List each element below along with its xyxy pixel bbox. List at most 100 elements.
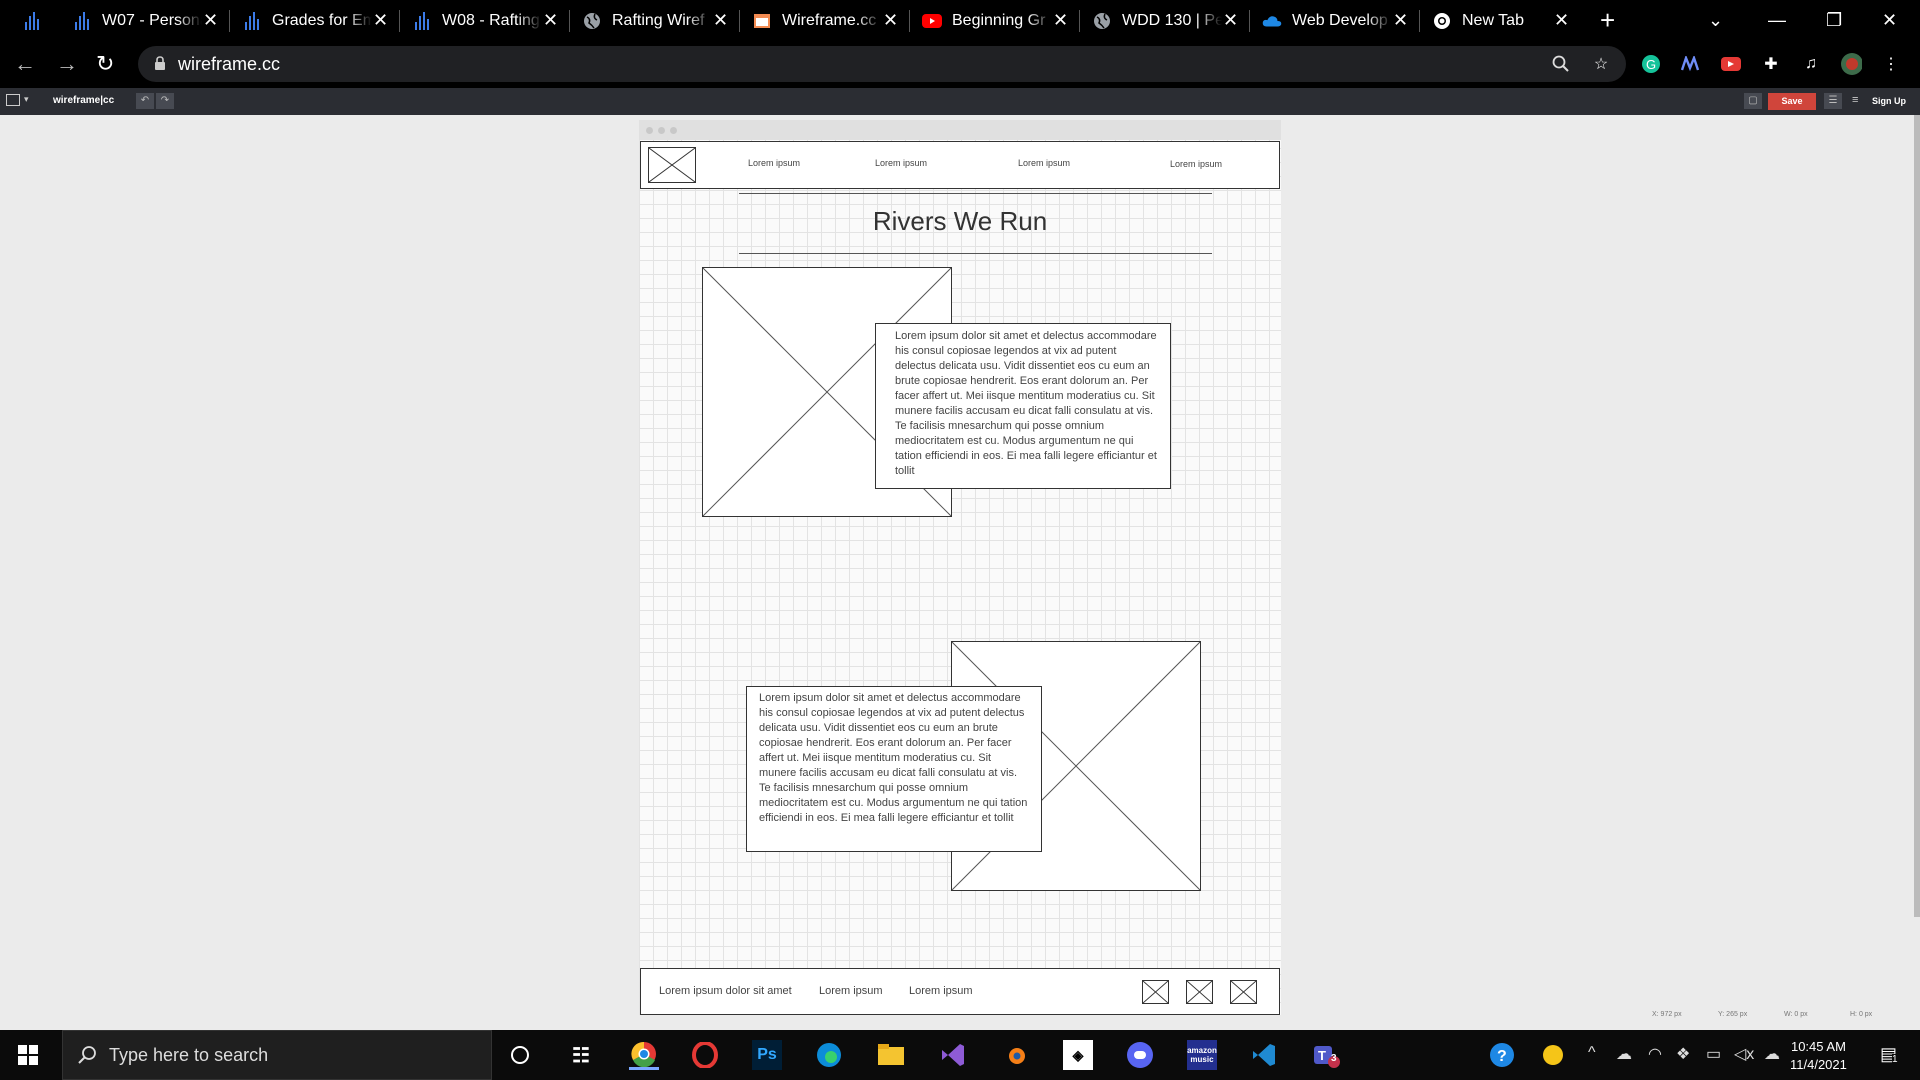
sign-up-link[interactable]: Sign Up — [1872, 96, 1906, 106]
nav-link-2[interactable]: Lorem ipsum — [875, 158, 927, 168]
close-tab-icon[interactable]: ✕ — [543, 9, 558, 31]
social-icon-placeholder-3[interactable] — [1230, 980, 1257, 1004]
browser-menu-icon[interactable]: ⋮ — [1880, 53, 1902, 75]
close-window-button[interactable]: ✕ — [1882, 6, 1897, 34]
media-control-icon[interactable]: ♫ — [1800, 53, 1822, 75]
logo-placeholder[interactable] — [648, 147, 696, 183]
new-tab-button[interactable]: + — [1600, 6, 1615, 34]
close-tab-icon[interactable]: ✕ — [713, 9, 728, 31]
status-circle-icon[interactable] — [1538, 1040, 1568, 1070]
search-placeholder: Type here to search — [109, 1045, 269, 1065]
onedrive-icon — [1262, 11, 1282, 31]
social-icon-placeholder-2[interactable] — [1186, 980, 1213, 1004]
restore-button[interactable]: ❐ — [1826, 6, 1842, 34]
task-view-icon[interactable]: ☷ — [566, 1040, 596, 1070]
amazon-music-icon[interactable]: amazon music — [1187, 1040, 1217, 1070]
hamburger-icon[interactable]: ≡ — [1852, 94, 1858, 106]
minimize-button[interactable]: — — [1768, 6, 1786, 34]
close-tab-icon[interactable]: ✕ — [203, 9, 218, 31]
tab-rafting-wireframe[interactable]: Rafting Wiref ✕ — [562, 0, 740, 41]
volume-muted-icon[interactable]: ◁x — [1734, 1044, 1754, 1064]
tab-grades[interactable]: Grades for Em ✕ — [222, 0, 400, 41]
file-explorer-icon[interactable] — [876, 1040, 906, 1070]
clock-date: 11/4/2021 — [1790, 1057, 1847, 1072]
blender-icon[interactable] — [1000, 1040, 1030, 1070]
title-rule-top — [739, 193, 1212, 194]
chrome-taskbar-icon[interactable] — [629, 1040, 659, 1070]
text-box-2[interactable]: Lorem ipsum dolor sit amet et delectus a… — [746, 686, 1042, 852]
close-tab-icon[interactable]: ✕ — [883, 9, 898, 31]
tab-new-tab[interactable]: New Tab ✕ — [1412, 0, 1590, 41]
cloud-icon[interactable]: ☁ — [1764, 1044, 1780, 1064]
wireframe-header[interactable]: Lorem ipsum Lorem ipsum Lorem ipsum Lore… — [640, 141, 1280, 189]
wireframe-footer[interactable]: Lorem ipsum dolor sit amet Lorem ipsum L… — [640, 968, 1280, 1015]
nav-link-1[interactable]: Lorem ipsum — [748, 158, 800, 168]
save-button[interactable]: Save — [1768, 93, 1816, 110]
tab-beginning[interactable]: Beginning Gr ✕ — [902, 0, 1080, 41]
nav-link-4[interactable]: Lorem ipsum — [1170, 159, 1222, 169]
close-tab-icon[interactable]: ✕ — [1393, 9, 1408, 31]
settings-icon[interactable]: ☰ — [1824, 93, 1842, 109]
browser-toolbar: ← → ↻ wireframe.cc ☆ G ✚ ♫ ⋮ — [0, 41, 1920, 88]
search-icon — [78, 1046, 96, 1064]
nav-link-3[interactable]: Lorem ipsum — [1018, 158, 1070, 168]
extensions-puzzle-icon[interactable]: ✚ — [1760, 53, 1782, 75]
cortana-icon[interactable] — [505, 1040, 535, 1070]
tab-wdd130[interactable]: WDD 130 | Pe ✕ — [1072, 0, 1250, 41]
bar-chart-icon — [72, 11, 92, 31]
youtube-extension-icon[interactable] — [1720, 53, 1742, 75]
bookmark-star-icon[interactable]: ☆ — [1590, 53, 1612, 75]
profile-avatar[interactable] — [1840, 53, 1862, 75]
unity-icon[interactable]: ◈ — [1063, 1040, 1093, 1070]
page-title[interactable]: Rivers We Run — [639, 206, 1281, 237]
battery-icon[interactable]: ▭ — [1706, 1044, 1721, 1064]
back-button[interactable]: ← — [14, 51, 36, 77]
undo-button[interactable]: ↶ — [136, 93, 154, 109]
dropbox-icon[interactable]: ❖ — [1676, 1044, 1690, 1064]
svg-text:?: ? — [1497, 1048, 1507, 1065]
visual-studio-icon[interactable] — [938, 1040, 968, 1070]
vertical-scrollbar[interactable] — [1914, 115, 1920, 917]
tab-search-icon[interactable]: ⌄ — [1708, 6, 1723, 34]
show-hidden-icons-icon[interactable]: ^ — [1588, 1044, 1596, 1062]
discord-icon[interactable] — [1125, 1040, 1155, 1070]
close-tab-icon[interactable]: ✕ — [1554, 9, 1569, 31]
tab-web-develop[interactable]: Web Develop ✕ — [1242, 0, 1420, 41]
wireframe-canvas[interactable]: Lorem ipsum Lorem ipsum Lorem ipsum Lore… — [639, 120, 1281, 1015]
vscode-icon[interactable] — [1249, 1040, 1279, 1070]
edge-icon[interactable] — [814, 1040, 844, 1070]
close-tab-icon[interactable]: ✕ — [1053, 9, 1068, 31]
page-menu-icon[interactable] — [6, 94, 20, 106]
chevron-down-icon[interactable]: ▾ — [24, 94, 29, 105]
coord-w: W: 0 px — [1784, 1011, 1808, 1018]
reload-button[interactable]: ↻ — [96, 51, 114, 77]
footer-text-3[interactable]: Lorem ipsum — [909, 985, 973, 997]
social-icon-placeholder-1[interactable] — [1142, 980, 1169, 1004]
tab-w07[interactable]: W07 - Persona ✕ — [52, 0, 230, 41]
extension-icon[interactable] — [1680, 53, 1702, 75]
help-icon[interactable]: ? — [1487, 1040, 1517, 1070]
address-bar[interactable]: wireframe.cc ☆ — [138, 46, 1626, 82]
teams-icon[interactable]: T 3 — [1311, 1040, 1341, 1070]
teams-badge: 3 — [1331, 1053, 1337, 1064]
tab-w08[interactable]: W08 - Rafting ✕ — [392, 0, 570, 41]
footer-text-2[interactable]: Lorem ipsum — [819, 985, 883, 997]
tab-wireframe-cc[interactable]: Wireframe.cc ✕ — [732, 0, 910, 41]
grammarly-icon[interactable]: G — [1640, 53, 1662, 75]
redo-button[interactable]: ↷ — [156, 93, 174, 109]
taskbar-search[interactable]: Type here to search — [62, 1030, 492, 1080]
wifi-icon[interactable]: ◠ — [1648, 1044, 1662, 1064]
comment-icon[interactable]: ▢ — [1744, 93, 1762, 109]
opera-icon[interactable] — [690, 1040, 720, 1070]
system-clock[interactable]: 10:45 AM 11/4/2021 — [1790, 1038, 1847, 1074]
close-tab-icon[interactable]: ✕ — [373, 9, 388, 31]
forward-button[interactable]: → — [56, 51, 78, 77]
tab-pinned[interactable] — [0, 0, 52, 41]
close-tab-icon[interactable]: ✕ — [1223, 9, 1238, 31]
footer-text-1[interactable]: Lorem ipsum dolor sit amet — [659, 985, 792, 997]
windows-start-icon[interactable] — [18, 1045, 38, 1070]
zoom-icon[interactable] — [1550, 53, 1572, 75]
photoshop-icon[interactable]: Ps — [752, 1040, 782, 1070]
onedrive-tray-icon[interactable]: ☁ — [1616, 1044, 1632, 1064]
text-box-1[interactable]: Lorem ipsum dolor sit amet et delectus a… — [875, 323, 1171, 489]
